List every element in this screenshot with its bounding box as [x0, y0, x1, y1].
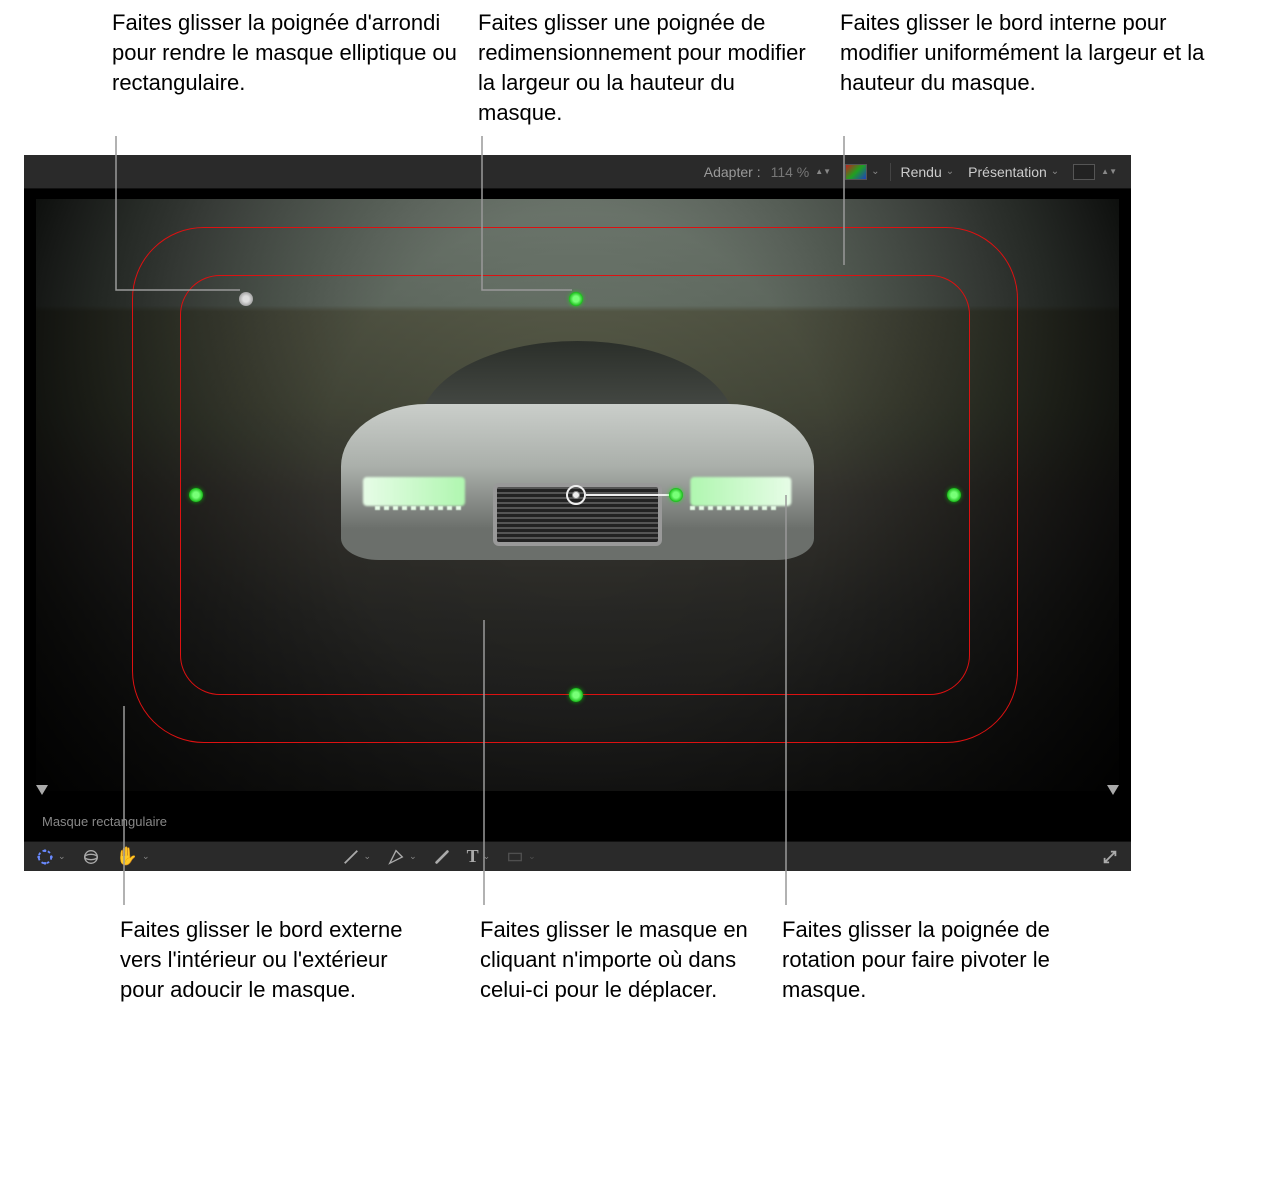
canvas-window: Adapter : 114 % ▲▼ ⌄ Rendu ⌄ Présentatio…: [24, 155, 1131, 871]
3d-rotate-icon: [82, 848, 100, 866]
chevron-down-icon: ⌄: [58, 851, 66, 862]
left-resize-handle[interactable]: [189, 488, 203, 502]
callout-drag-mask: Faites glisser le masque en cliquant n'i…: [480, 915, 760, 1005]
in-point-marker[interactable]: [36, 785, 48, 795]
pen-tool-icon: [387, 848, 405, 866]
3d-rotate-button[interactable]: [82, 848, 100, 866]
text-tool-button[interactable]: T ⌄: [467, 846, 491, 867]
fit-label: Adapter :: [704, 164, 761, 180]
color-channels-menu[interactable]: ⌄: [841, 164, 883, 180]
viewport-outline-menu[interactable]: ▲▼: [1069, 164, 1121, 180]
callout-roundness: Faites glisser la poignée d'arrondi pour…: [112, 8, 457, 98]
viewport-outline-icon: [1073, 164, 1095, 180]
rect-tool-icon: [506, 848, 524, 866]
out-point-marker[interactable]: [1107, 785, 1119, 795]
mask-type-label: Masque rectangulaire: [42, 814, 167, 829]
chevron-down-icon: ⌄: [871, 166, 879, 177]
view-label: Présentation: [968, 164, 1047, 180]
line-tool-icon: [342, 848, 360, 866]
rotation-arm[interactable]: [586, 494, 676, 496]
stroke-tool-icon: [433, 848, 451, 866]
text-tool-icon: T: [467, 846, 479, 867]
callout-inner-edge: Faites glisser le bord interne pour modi…: [840, 8, 1220, 98]
fit-zoom-value: 114 %: [771, 164, 810, 180]
callout-resize: Faites glisser une poignée de redimensio…: [478, 8, 823, 128]
mask-tool-button[interactable]: ⌄: [36, 848, 66, 866]
chevron-down-icon: ⌄: [142, 851, 150, 862]
render-menu[interactable]: Rendu ⌄: [897, 164, 959, 180]
chevron-down-icon: ⌄: [409, 851, 417, 862]
pen-tool-button[interactable]: ⌄: [387, 848, 417, 866]
chevron-down-icon: ⌄: [483, 851, 491, 862]
viewer-bottom-toolbar: ⌄ ✋ ⌄ ⌄ ⌄: [24, 841, 1131, 871]
rotation-handle[interactable]: [669, 488, 683, 502]
color-channels-icon: [845, 164, 867, 180]
chevron-down-icon: ⌄: [1051, 166, 1059, 177]
line-tool-button[interactable]: ⌄: [342, 848, 372, 866]
chevron-down-icon: ⌄: [946, 166, 954, 177]
callout-rotation: Faites glisser la poignée de rotation po…: [782, 915, 1112, 1005]
stepper-icon: ▲▼: [815, 169, 831, 175]
fit-zoom-menu[interactable]: 114 % ▲▼: [767, 164, 836, 180]
mask-shape-icon: [36, 848, 54, 866]
rect-tool-button[interactable]: ⌄: [506, 848, 536, 866]
video-frame: [36, 199, 1119, 791]
callout-outer-edge: Faites glisser le bord externe vers l'in…: [120, 915, 430, 1005]
roundness-handle[interactable]: [239, 292, 253, 306]
stroke-tool-button[interactable]: [433, 848, 451, 866]
expand-fullscreen-icon: [1101, 848, 1119, 866]
canvas-viewport[interactable]: Masque rectangulaire: [24, 189, 1131, 841]
hand-tool-icon: ✋: [116, 846, 138, 867]
fullscreen-button[interactable]: [1101, 848, 1119, 866]
timeline-ruler: [36, 789, 1119, 807]
chevron-down-icon: ⌄: [528, 851, 536, 862]
stepper-icon: ▲▼: [1101, 169, 1117, 175]
hand-tool-button[interactable]: ✋ ⌄: [116, 846, 150, 867]
viewer-top-toolbar: Adapter : 114 % ▲▼ ⌄ Rendu ⌄ Présentatio…: [24, 155, 1131, 189]
view-menu[interactable]: Présentation ⌄: [964, 164, 1063, 180]
render-label: Rendu: [901, 164, 942, 180]
top-resize-handle[interactable]: [569, 292, 583, 306]
chevron-down-icon: ⌄: [364, 851, 372, 862]
center-dot[interactable]: [572, 491, 580, 499]
bottom-resize-handle[interactable]: [569, 688, 583, 702]
right-resize-handle[interactable]: [947, 488, 961, 502]
